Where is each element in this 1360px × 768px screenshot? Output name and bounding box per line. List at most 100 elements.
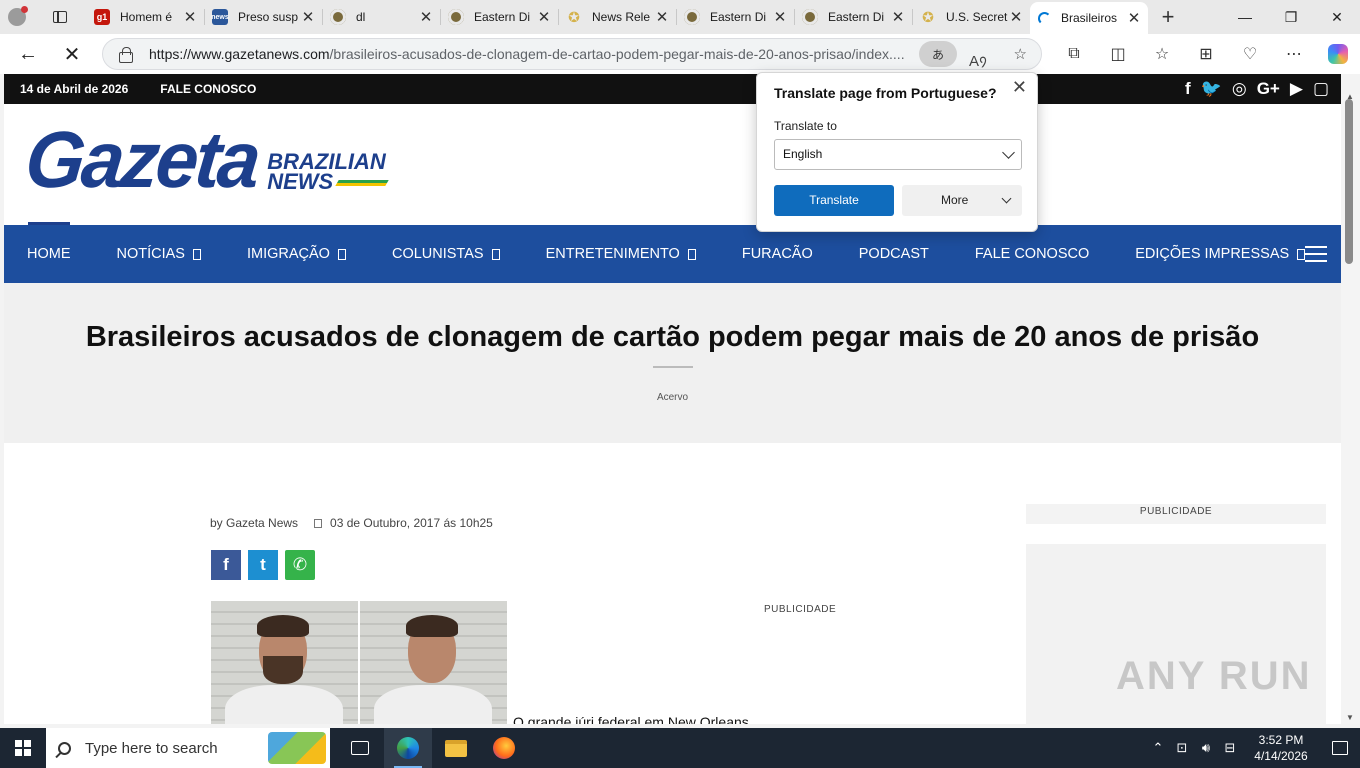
nav-imigracao[interactable]: IMIGRAÇÃO bbox=[247, 246, 346, 262]
taskbar-edge[interactable] bbox=[384, 728, 432, 768]
nav-home[interactable]: HOME bbox=[27, 246, 71, 262]
article-category[interactable]: Acervo bbox=[4, 392, 1341, 403]
search-toggle-icon[interactable]: ▢ bbox=[1313, 79, 1329, 99]
tab-6[interactable]: Eastern Di ✕ bbox=[676, 0, 794, 34]
close-window-button[interactable]: ✕ bbox=[1314, 0, 1360, 34]
browser-toolbar: ← ✕ https://www.gazetanews.com/brasileir… bbox=[0, 34, 1360, 74]
clock-date: 4/14/2026 bbox=[1254, 749, 1308, 763]
tab-9-active[interactable]: Brasileiros ✕ bbox=[1030, 2, 1148, 34]
more-options-button[interactable]: More bbox=[902, 185, 1022, 216]
tab-strip: g1 Homem é ✕ news Preso susp ✕ dl ✕ Eastern D… bbox=[0, 0, 1360, 34]
split-screen-icon[interactable]: ◫ bbox=[1096, 34, 1140, 74]
tab-title: Preso susp bbox=[238, 10, 299, 24]
show-hidden-icons-icon[interactable]: ⌃ bbox=[1146, 740, 1170, 756]
tab-2[interactable]: news Preso susp ✕ bbox=[204, 0, 322, 34]
taskbar-search[interactable]: Type here to search bbox=[46, 728, 330, 768]
nav-label: FURACÃO bbox=[741, 246, 813, 262]
more-menu-icon[interactable]: ⋯ bbox=[1272, 34, 1316, 74]
close-icon[interactable]: ✕ bbox=[418, 8, 434, 26]
share-whatsapp-button[interactable]: ✆ bbox=[285, 550, 315, 580]
copilot-button[interactable] bbox=[1316, 34, 1360, 74]
nav-label: IMIGRAÇÃO bbox=[246, 246, 330, 262]
tab-title: Brasileiros bbox=[1061, 11, 1118, 25]
favorite-star-icon[interactable]: ☆ bbox=[1014, 45, 1027, 63]
profile-button[interactable] bbox=[0, 0, 34, 34]
tab-8[interactable]: ✪ U.S. Secret ✕ bbox=[912, 0, 1030, 34]
extensions-icon[interactable]: ⧉ bbox=[1052, 34, 1096, 74]
taskbar-file-explorer[interactable] bbox=[432, 728, 480, 768]
collections-icon[interactable]: ⊞ bbox=[1184, 34, 1228, 74]
share-twitter-button[interactable]: t bbox=[248, 550, 278, 580]
close-icon[interactable]: ✕ bbox=[182, 8, 198, 26]
close-icon[interactable]: ✕ bbox=[890, 8, 906, 26]
logo-main-text: Gazeta bbox=[21, 115, 262, 206]
meet-now-icon[interactable]: ⊡ bbox=[1170, 740, 1194, 756]
address-bar[interactable]: https://www.gazetanews.com/brasileiros-a… bbox=[102, 38, 1042, 70]
minimize-button[interactable]: — bbox=[1222, 0, 1268, 34]
share-facebook-button[interactable]: f bbox=[211, 550, 241, 580]
nav-noticias[interactable]: NOTÍCIAS bbox=[117, 246, 201, 262]
tab-5[interactable]: ✪ News Rele ✕ bbox=[558, 0, 676, 34]
topbar-contact-link[interactable]: FALE CONOSCO bbox=[160, 82, 256, 96]
close-icon[interactable]: ✕ bbox=[1126, 9, 1142, 27]
nav-entretenimento[interactable]: ENTRETENIMENTO bbox=[546, 246, 696, 262]
back-button[interactable]: ← bbox=[6, 34, 50, 74]
tab-3[interactable]: dl ✕ bbox=[322, 0, 440, 34]
volume-icon[interactable]: 🔊︎ bbox=[1194, 740, 1218, 756]
network-icon[interactable]: ⊟ bbox=[1218, 740, 1242, 756]
tab-actions-button[interactable] bbox=[34, 0, 86, 34]
tab-4[interactable]: Eastern Di ✕ bbox=[440, 0, 558, 34]
tab-title: Eastern Di bbox=[474, 10, 531, 24]
language-select[interactable]: English bbox=[774, 139, 1022, 170]
stop-loading-button[interactable]: ✕ bbox=[50, 34, 94, 74]
hamburger-menu-icon[interactable] bbox=[1305, 246, 1327, 262]
translate-icon[interactable]: あ bbox=[919, 41, 957, 67]
nav-edicoes-impressas[interactable]: EDIÇÕES IMPRESSAS bbox=[1135, 246, 1306, 262]
nav-fale-conosco[interactable]: FALE CONOSCO bbox=[975, 246, 1089, 262]
logo-sub-text: BRAZILIAN NEWS bbox=[267, 151, 389, 193]
url-host: https://www.gazetanews.com bbox=[149, 46, 330, 62]
tab-7[interactable]: Eastern Di ✕ bbox=[794, 0, 912, 34]
seal-icon bbox=[802, 9, 818, 25]
firefox-icon bbox=[493, 737, 515, 759]
new-tab-button[interactable]: + bbox=[1148, 4, 1188, 30]
notifications-button[interactable] bbox=[1320, 728, 1360, 768]
google-plus-icon[interactable]: G+ bbox=[1257, 79, 1280, 99]
share-buttons: f t ✆ bbox=[211, 550, 315, 580]
selected-language: English bbox=[783, 147, 823, 161]
read-aloud-icon[interactable]: A᠀ bbox=[969, 45, 987, 71]
facebook-icon[interactable]: f bbox=[1185, 79, 1191, 99]
instagram-icon[interactable]: ◎ bbox=[1232, 79, 1247, 99]
nav-colunistas[interactable]: COLUNISTAS bbox=[392, 246, 500, 262]
scroll-down-icon[interactable]: ▼ bbox=[1346, 713, 1354, 722]
task-view-icon bbox=[351, 741, 369, 755]
tab-title: Homem é bbox=[120, 10, 173, 24]
nav-podcast[interactable]: PODCAST bbox=[859, 246, 929, 262]
close-icon[interactable]: ✕ bbox=[654, 8, 670, 26]
site-logo[interactable]: Gazeta BRAZILIAN NEWS bbox=[21, 116, 389, 205]
translate-button[interactable]: Translate bbox=[774, 185, 894, 216]
tab-1[interactable]: g1 Homem é ✕ bbox=[86, 0, 204, 34]
scrollbar-thumb[interactable] bbox=[1345, 99, 1353, 264]
close-icon[interactable]: ✕ bbox=[300, 8, 316, 26]
twitter-icon[interactable]: 🐦 bbox=[1201, 79, 1222, 99]
close-icon[interactable]: ✕ bbox=[536, 8, 552, 26]
page-scrollbar[interactable]: ▲ ▼ bbox=[1341, 92, 1360, 724]
start-button[interactable] bbox=[0, 728, 46, 768]
restore-button[interactable]: ❐ bbox=[1268, 0, 1314, 34]
favorites-icon[interactable]: ☆ bbox=[1140, 34, 1184, 74]
youtube-icon[interactable]: ▶ bbox=[1290, 79, 1303, 99]
seal-icon bbox=[448, 9, 464, 25]
taskbar-firefox[interactable] bbox=[480, 728, 528, 768]
taskbar-clock[interactable]: 3:52 PM 4/14/2026 bbox=[1242, 732, 1320, 764]
nav-label: EDIÇÕES IMPRESSAS bbox=[1135, 246, 1290, 262]
browser-essentials-icon[interactable]: ♡ bbox=[1228, 34, 1272, 74]
article-author[interactable]: by Gazeta News bbox=[210, 516, 298, 530]
task-view-button[interactable] bbox=[336, 728, 384, 768]
lock-icon[interactable] bbox=[117, 46, 133, 63]
close-icon[interactable]: ✕ bbox=[772, 8, 788, 26]
close-icon[interactable]: ✕ bbox=[1012, 77, 1027, 98]
close-icon[interactable]: ✕ bbox=[1008, 8, 1024, 26]
current-date: 14 de Abril de 2026 bbox=[20, 82, 129, 96]
nav-furacao[interactable]: FURACÃO bbox=[742, 246, 813, 262]
